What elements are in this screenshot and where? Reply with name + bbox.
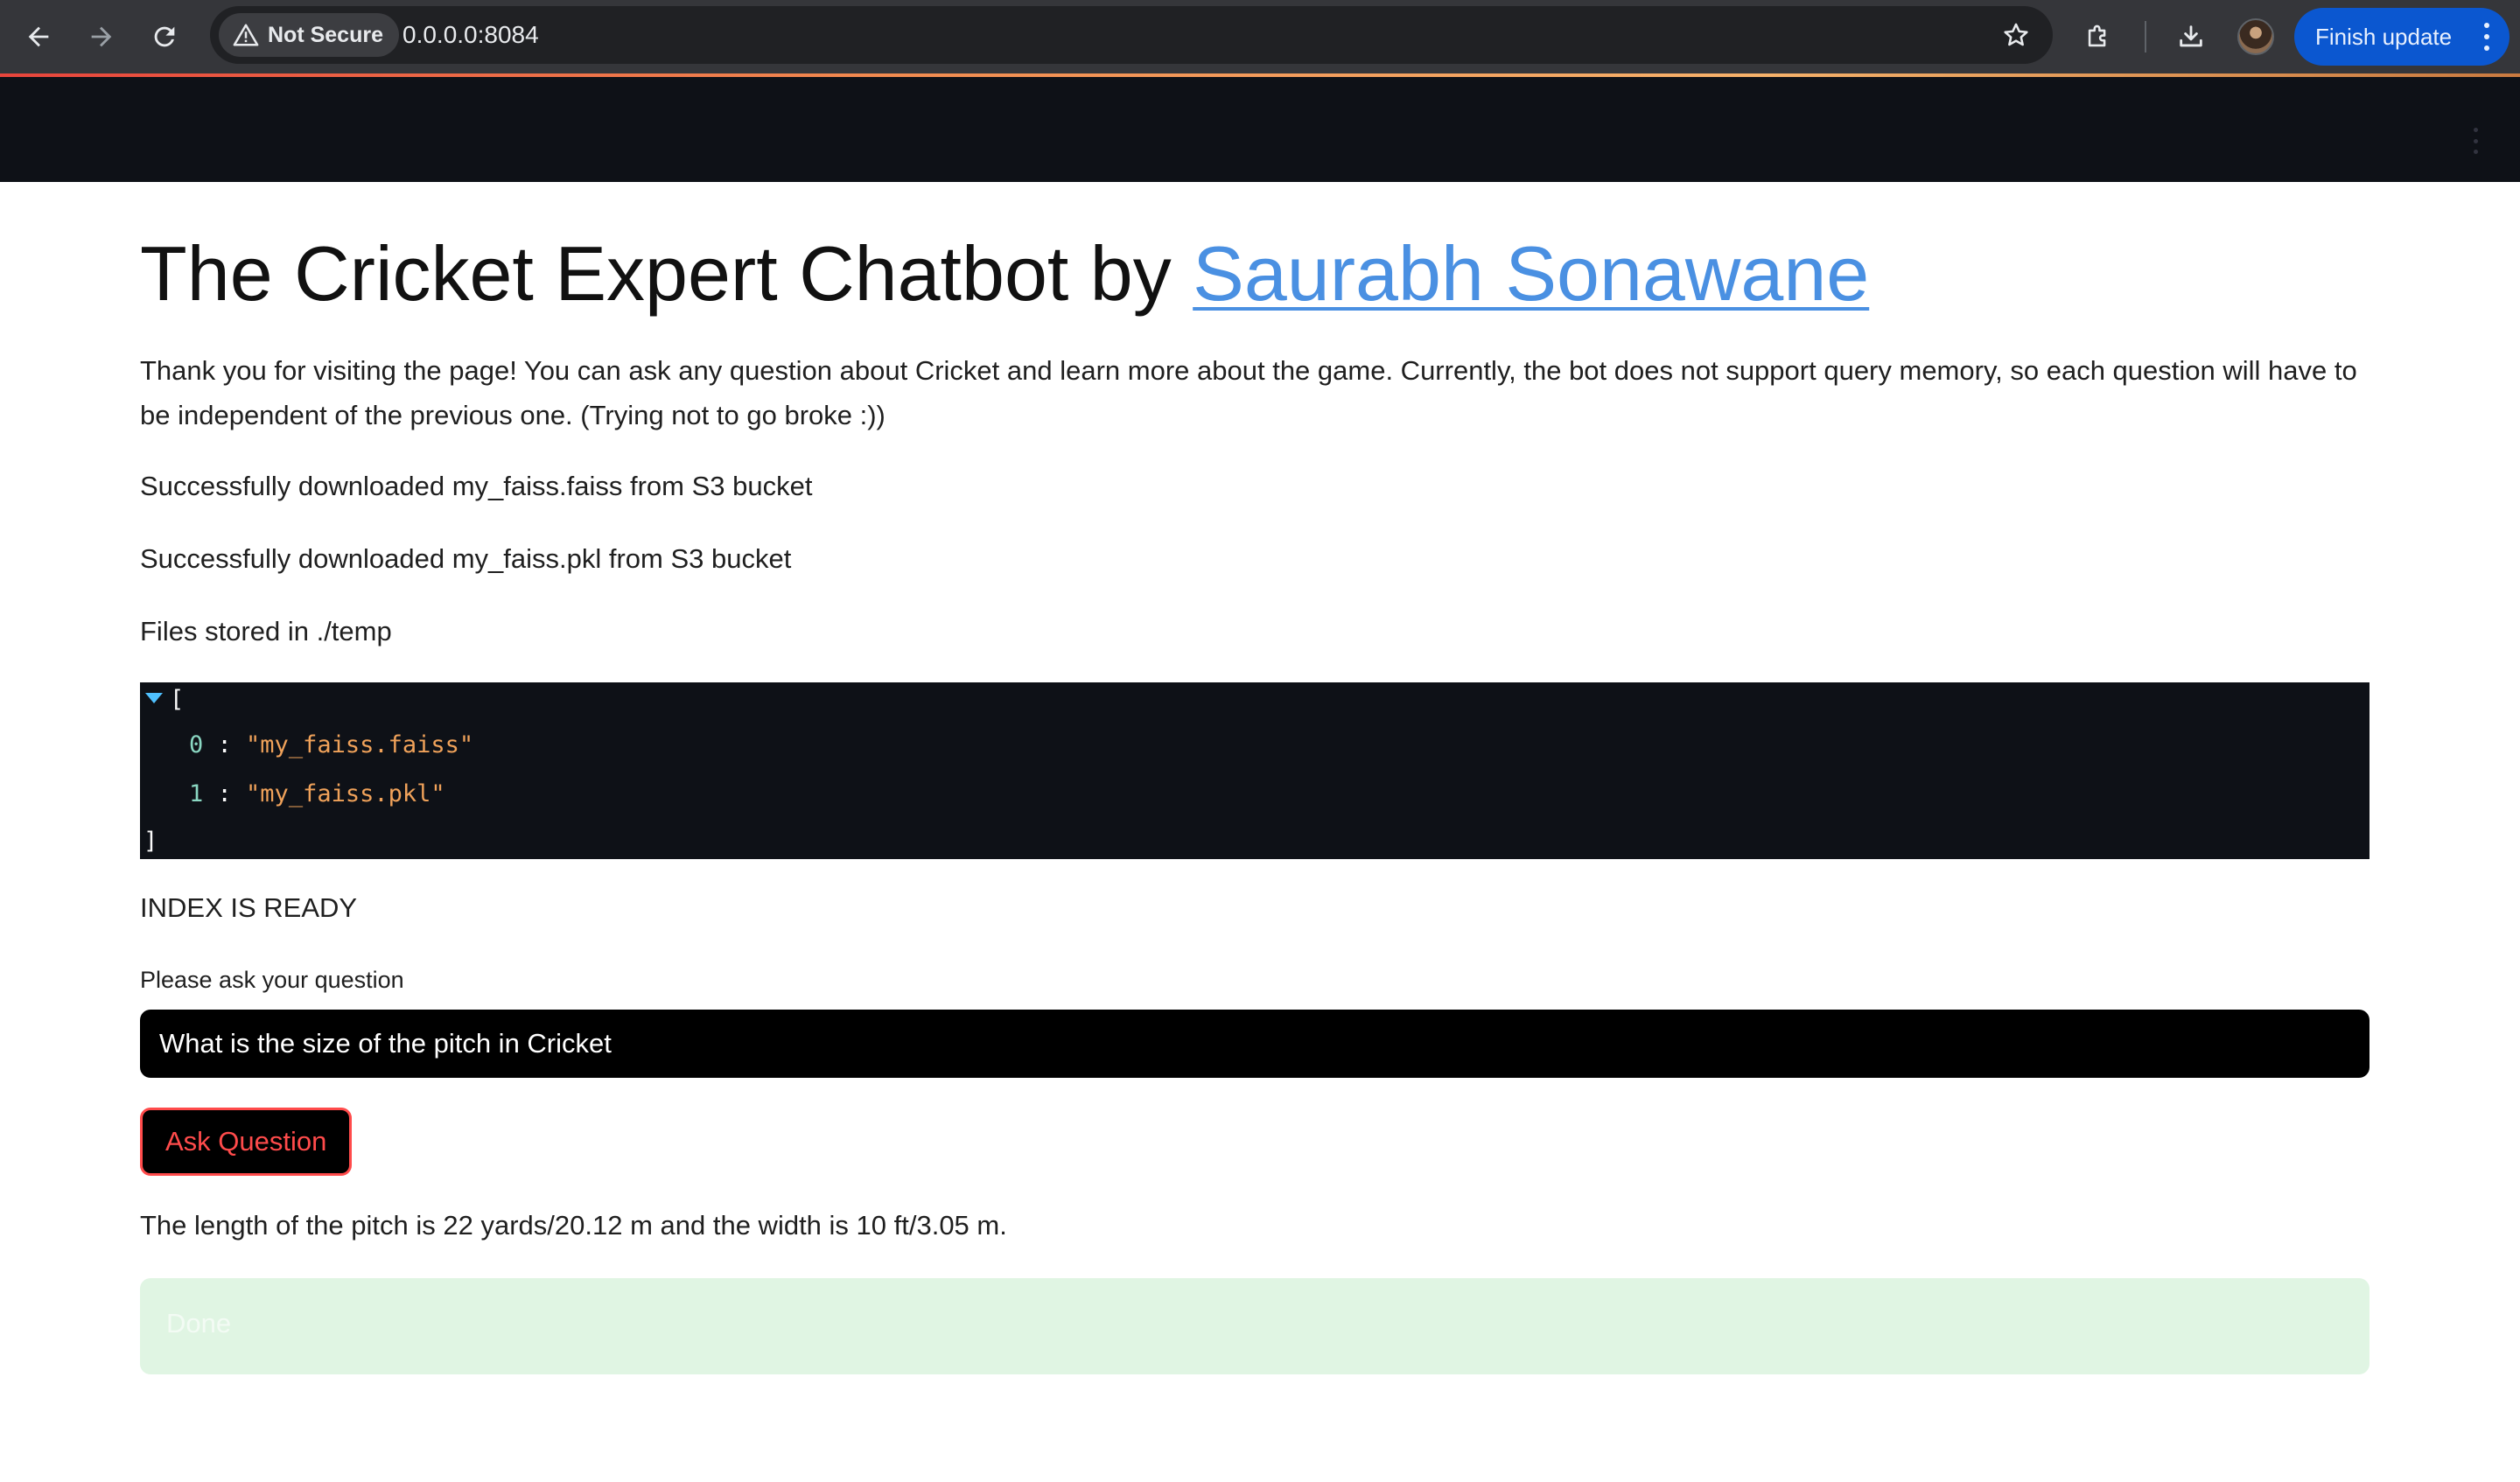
author-link[interactable]: Saurabh Sonawane <box>1193 230 1869 317</box>
question-label: Please ask your question <box>140 967 404 993</box>
reload-button[interactable] <box>144 16 186 58</box>
page-title: The Cricket Expert Chatbot by Saurabh So… <box>140 226 1869 322</box>
files-stored-message: Files stored in ./temp <box>140 616 392 647</box>
json-open-bracket: [ <box>170 686 185 713</box>
ask-question-button[interactable]: Ask Question <box>140 1108 353 1176</box>
question-input[interactable] <box>140 1010 2370 1078</box>
toolbar-separator <box>2145 21 2146 52</box>
reload-icon <box>154 26 175 47</box>
star-icon <box>2004 23 2028 46</box>
json-item-value: "my_faiss.faiss" <box>246 731 474 758</box>
kebab-menu-icon <box>2483 23 2490 51</box>
success-message: Done <box>166 1308 232 1339</box>
json-item: 0 : "my_faiss.faiss" <box>189 731 473 758</box>
arrow-left-icon <box>28 26 49 47</box>
json-item-index: 1 <box>189 780 204 807</box>
puzzle-icon <box>2088 24 2106 47</box>
security-label: Not Secure <box>268 22 383 47</box>
json-viewer: [ 0 : "my_faiss.faiss" 1 : "my_faiss.pkl… <box>140 682 2370 859</box>
app-header <box>0 77 2520 182</box>
download-message-2: Successfully downloaded my_faiss.pkl fro… <box>140 543 792 574</box>
download-message-1: Successfully downloaded my_faiss.faiss f… <box>140 471 813 501</box>
index-status: INDEX IS READY <box>140 892 358 923</box>
answer-text: The length of the pitch is 22 yards/20.1… <box>140 1210 1007 1241</box>
finish-update-button[interactable]: Finish update <box>2294 8 2510 66</box>
forward-button[interactable] <box>80 16 122 58</box>
back-button[interactable] <box>18 16 60 58</box>
page-title-text: The Cricket Expert Chatbot by <box>140 230 1194 317</box>
app-main-menu-icon[interactable] <box>2471 128 2480 154</box>
success-alert: Done <box>140 1278 2370 1374</box>
profile-avatar[interactable] <box>2237 18 2274 55</box>
url-text[interactable]: 0.0.0.0:8084 <box>402 6 539 64</box>
finish-update-label: Finish update <box>2315 23 2453 50</box>
browser-toolbar: Not Secure 0.0.0.0:8084 Finish update <box>0 0 2520 73</box>
security-indicator[interactable]: Not Secure <box>219 13 399 57</box>
json-close-bracket: ] <box>144 828 158 855</box>
warning-triangle-icon <box>233 24 259 46</box>
intro-text: Thank you for visiting the page! You can… <box>140 355 2357 430</box>
json-item-index: 0 <box>189 731 204 758</box>
extensions-button[interactable] <box>2077 16 2119 58</box>
json-item-separator: : <box>203 731 247 758</box>
arrow-right-icon <box>91 26 112 47</box>
download-icon <box>2180 25 2202 47</box>
downloads-button[interactable] <box>2170 16 2212 58</box>
address-bar[interactable]: Not Secure 0.0.0.0:8084 <box>210 6 2053 64</box>
collapse-toggle-icon[interactable] <box>145 693 163 703</box>
bookmark-button[interactable] <box>1998 17 2034 52</box>
json-item-separator: : <box>203 780 247 807</box>
json-item: 1 : "my_faiss.pkl" <box>189 780 445 807</box>
json-item-value: "my_faiss.pkl" <box>246 780 445 807</box>
